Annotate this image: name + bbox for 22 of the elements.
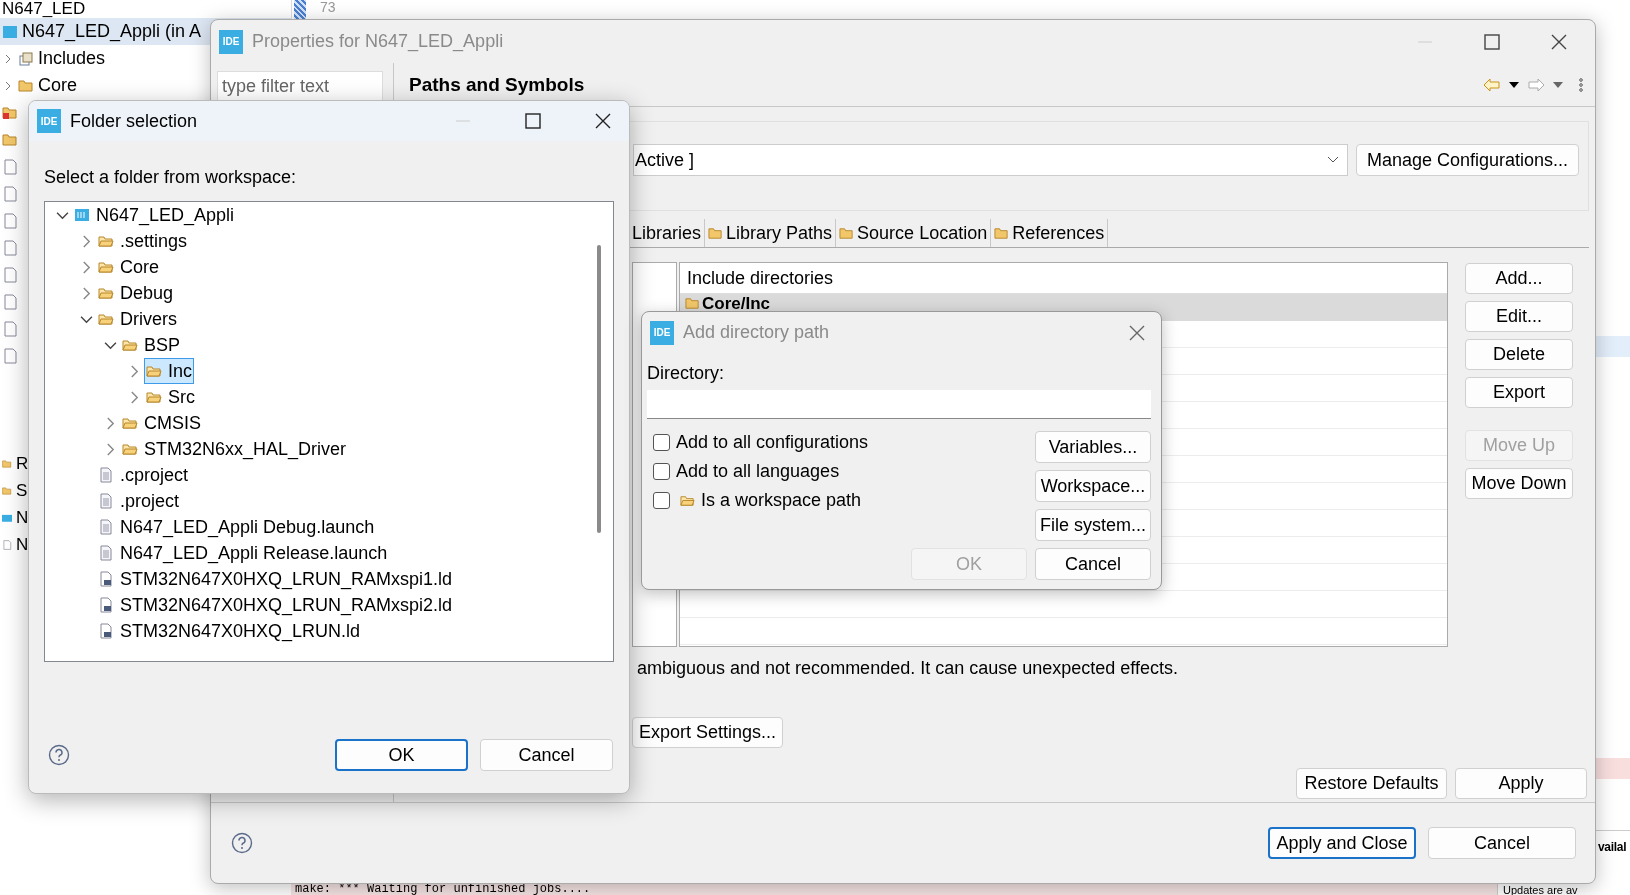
page-heading: Paths and Symbols — [409, 73, 585, 96]
explorer-label: S — [16, 480, 28, 501]
explorer-label: R — [16, 453, 29, 474]
explorer-label: N — [16, 534, 29, 555]
checkbox-label: Add to all languages — [676, 461, 840, 482]
note-text: ambiguous and not recommended. It can cause unexpected effects. — [637, 657, 1179, 679]
explorer-label: Includes — [38, 48, 106, 69]
notification-title: vailal — [1598, 839, 1627, 856]
ide-logo: IDE — [219, 29, 243, 54]
prompt-text: Select a folder from workspace: — [44, 166, 298, 188]
explorer-label: N647_LED — [2, 0, 86, 18]
window-title: Add directory path — [683, 322, 830, 343]
ide-logo: IDE — [650, 320, 674, 345]
line-number: 73 — [320, 0, 336, 15]
checkbox-label: Add to all configurations — [676, 432, 869, 453]
window-title: Folder selection — [70, 110, 198, 132]
directory-label: Directory: — [647, 362, 725, 384]
explorer-label: N647_LED_Appli (in A — [22, 21, 202, 42]
explorer-label: N — [16, 507, 29, 528]
explorer-label: Core — [38, 75, 77, 96]
ide-logo: IDE — [37, 109, 61, 133]
checkbox-label: Is a workspace path — [701, 490, 862, 511]
